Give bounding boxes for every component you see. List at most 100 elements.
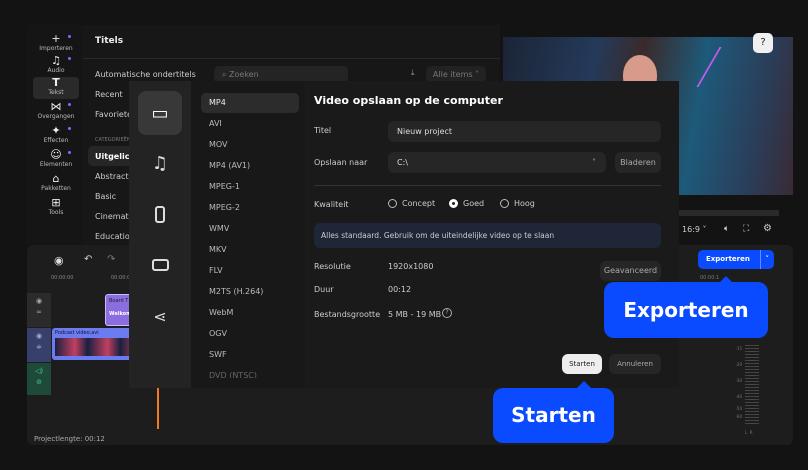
download-icon[interactable]: ⤓	[411, 68, 415, 78]
format-item[interactable]: M2TS (H.264)	[201, 282, 299, 302]
music-icon: ♫	[51, 54, 61, 67]
aspect-dropdown[interactable]: 16:9 ˅	[682, 225, 707, 234]
save-to-label: Opslaan naar	[314, 158, 368, 167]
duration-value: 00:12	[388, 285, 412, 294]
sidebar-item-overgangen[interactable]: ⋈ Overgangen	[33, 101, 79, 123]
record-icon[interactable]: ◉	[54, 254, 64, 267]
plus-icon: +	[51, 32, 61, 45]
left-sidebar: + Importeren ♫ Audio T Tekst ⋈ Overgangen ✦ E…	[27, 25, 83, 245]
target-mobile[interactable]	[138, 192, 182, 236]
link-icon[interactable]: ∞	[27, 308, 51, 316]
target-tv[interactable]	[138, 243, 182, 287]
browse-button[interactable]: Bladeren	[615, 152, 661, 173]
format-item[interactable]: MPEG-2	[201, 198, 299, 218]
unlink-icon[interactable]: ⊘	[27, 378, 51, 386]
transition-icon: ⋈	[50, 100, 62, 113]
package-icon: ⌂	[52, 172, 60, 185]
video-camera-icon: ▭	[151, 102, 169, 124]
smiley-icon: ☺	[50, 148, 62, 161]
search-icon: ⌕	[222, 70, 230, 79]
time-label: 00:00:0	[111, 275, 131, 281]
duration-label: Duur	[314, 285, 334, 294]
divider	[83, 58, 500, 59]
title-input[interactable]: Nieuw project	[388, 121, 661, 142]
format-list: MP4 AVI MOV MP4 (AV1) MPEG-1 MPEG-2 WMV …	[191, 81, 305, 388]
undo-icon[interactable]: ↶	[84, 254, 92, 265]
volume-icon[interactable]: 🔈︎	[724, 224, 729, 234]
export-dialog: ▭ ♫ ⋖ MP4 AVI MOV MP4 (AV1) MPEG-1 MPEG-…	[129, 81, 679, 388]
radio-checked-icon	[449, 199, 458, 208]
layers-icon[interactable]: ≑	[27, 343, 51, 351]
filesize-value: 5 MB - 19 MB	[388, 310, 442, 319]
neon-bolt	[696, 47, 760, 87]
format-item[interactable]: DVD (NTSC)	[201, 366, 299, 378]
phone-icon	[155, 205, 165, 223]
playhead[interactable]	[157, 385, 159, 429]
format-item[interactable]: MP4	[201, 93, 299, 113]
export-button[interactable]: Exporteren ˅	[698, 250, 774, 269]
sidebar-item-tekst[interactable]: T Tekst	[33, 77, 79, 99]
sidebar-item-elementen[interactable]: ☺ Elementen	[33, 149, 79, 171]
category-header: CATEGORIEËN	[95, 137, 131, 143]
format-item[interactable]: FLV	[201, 261, 299, 281]
start-button[interactable]: Starten	[562, 354, 602, 374]
time-label: 00:00:00	[51, 275, 74, 281]
export-target-column: ▭ ♫ ⋖	[129, 81, 191, 388]
meter-scale: -15 -20 -30 -40 -50 -60	[735, 346, 742, 419]
target-computer-video[interactable]: ▭	[138, 91, 182, 135]
panel-title: Titels	[95, 36, 124, 46]
format-item[interactable]: WebM	[201, 303, 299, 323]
filesize-label: Bestandsgrootte	[314, 310, 381, 319]
advanced-button[interactable]: Geavanceerd	[600, 261, 661, 281]
format-item[interactable]: MOV	[201, 135, 299, 155]
audio-meter	[745, 345, 759, 425]
target-audio[interactable]: ♫	[138, 141, 182, 185]
save-to-dropdown[interactable]: C:\ ˅	[388, 152, 606, 173]
format-item[interactable]: MPEG-1	[201, 177, 299, 197]
sidebar-item-tools[interactable]: ⊞ Tools	[33, 197, 79, 219]
quality-concept[interactable]: Concept	[388, 199, 435, 208]
sidebar-item-pakketten[interactable]: ⌂ Pakketten	[33, 173, 79, 195]
music-icon: ♫	[151, 152, 169, 174]
speaker-icon[interactable]: ◁)	[27, 367, 51, 375]
quality-goed[interactable]: Goed	[449, 199, 484, 208]
resolution-value: 1920x1080	[388, 262, 434, 271]
format-item[interactable]: WMV	[201, 219, 299, 239]
sidebar-item-audio[interactable]: ♫ Audio	[33, 55, 79, 77]
callout-pointer	[577, 381, 591, 388]
tools-icon: ⊞	[51, 196, 61, 209]
divider	[314, 185, 661, 186]
radio-icon	[388, 199, 397, 208]
quality-hoog[interactable]: Hoog	[500, 199, 535, 208]
monitor-icon	[151, 259, 169, 271]
category-abstract[interactable]: Abstract	[95, 172, 129, 181]
format-item[interactable]: SWF	[201, 345, 299, 365]
eye-icon[interactable]: ◉	[27, 297, 51, 305]
redo-icon[interactable]: ↷	[107, 254, 115, 265]
item-auto-subtitles[interactable]: Automatische ondertitels	[95, 70, 196, 79]
target-share[interactable]: ⋖	[138, 294, 182, 338]
format-item[interactable]: MP4 (AV1)	[201, 156, 299, 176]
help-icon[interactable]: ?	[753, 33, 773, 53]
gear-icon[interactable]: ⚙	[763, 223, 772, 234]
cancel-button[interactable]: Annuleren	[609, 354, 661, 374]
chevron-down-icon[interactable]: ˅	[759, 250, 769, 269]
sidebar-item-effecten[interactable]: ✦ Effecten	[33, 125, 79, 147]
sidebar-item-importeren[interactable]: + Importeren	[33, 33, 79, 55]
preview-scrubber[interactable]	[679, 210, 779, 216]
share-icon: ⋖	[153, 306, 167, 326]
track-header-audio: ◁) ⊘	[27, 363, 51, 395]
format-item[interactable]: OGV	[201, 324, 299, 344]
track-header-title: ◉ ∞	[27, 293, 51, 327]
help-icon[interactable]: ?	[442, 308, 452, 318]
fullscreen-icon[interactable]: ⛶	[743, 224, 749, 234]
category-basic[interactable]: Basic	[95, 192, 116, 201]
text-icon: T	[52, 76, 60, 89]
quality-info: Alles standaard. Gebruik om de uiteindel…	[314, 223, 661, 248]
dialog-heading: Video opslaan op de computer	[314, 94, 503, 107]
format-item[interactable]: MKV	[201, 240, 299, 260]
item-recent[interactable]: Recent	[95, 90, 123, 99]
start-callout: Starten	[493, 388, 614, 443]
eye-icon[interactable]: ◉	[27, 332, 51, 340]
format-item[interactable]: AVI	[201, 114, 299, 134]
